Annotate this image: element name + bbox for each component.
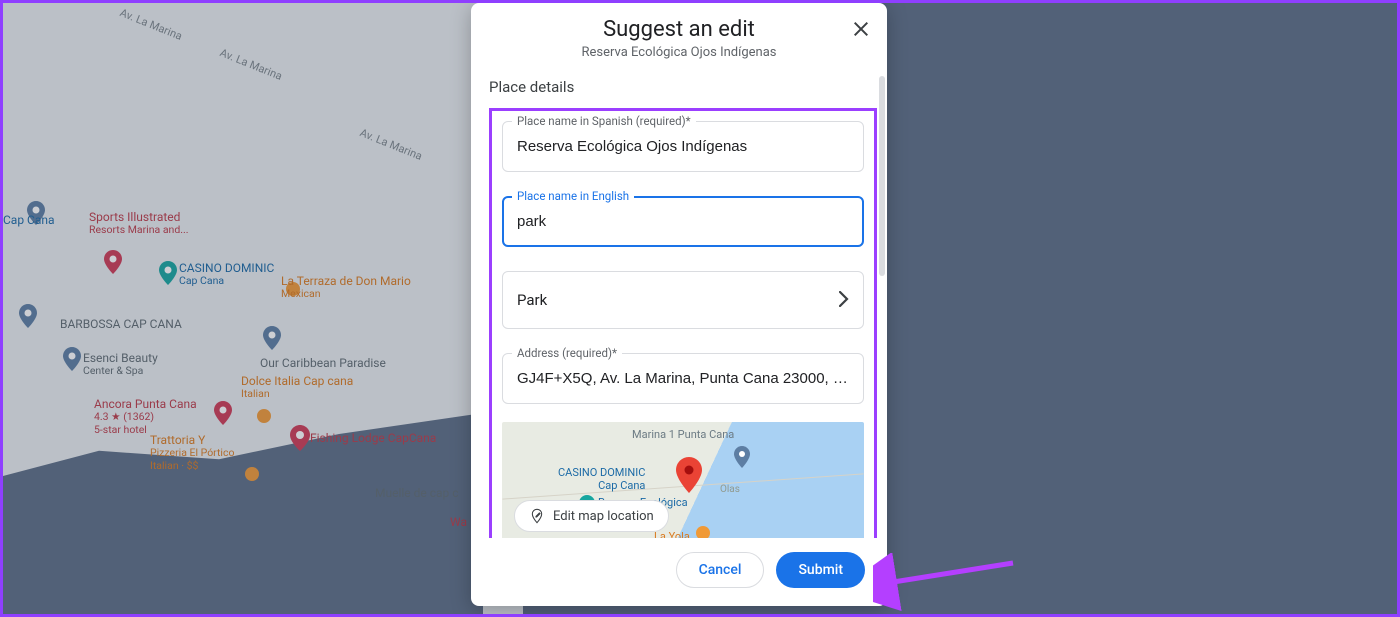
- map-poi-casino-dominic[interactable]: CASINO DOMINICCap Cana: [179, 261, 274, 288]
- mini-map-road-label: Olas: [720, 484, 740, 495]
- place-name-english-field: Place name in English: [502, 196, 864, 247]
- close-icon: [849, 17, 873, 41]
- place-name-spanish-field: Place name in Spanish (required)*: [502, 121, 864, 172]
- map-poi-dolce-italia[interactable]: Dolce Italia Cap canaItalian: [241, 374, 353, 401]
- dialog-title: Suggest an edit: [491, 17, 867, 42]
- map-poi-esenci[interactable]: Esenci BeautyCenter & Spa: [83, 351, 158, 378]
- annotation-highlight-box: Place name in Spanish (required)* Place …: [489, 108, 877, 538]
- map-poi-trattoria[interactable]: Trattoria YPizzeria El PórticoItalian · …: [150, 433, 234, 472]
- location-mini-map[interactable]: Marina 1 Punta Cana CASINO DOMINIC Cap C…: [502, 422, 864, 538]
- dialog-footer: Cancel Submit: [471, 538, 887, 606]
- place-name-english-label: Place name in English: [512, 189, 634, 203]
- map-poi-our-caribbean[interactable]: Our Caribbean Paradise: [260, 356, 386, 370]
- map-pin-icon: [63, 347, 81, 371]
- place-name-english-input[interactable]: [502, 196, 864, 247]
- map-poi-barbossa[interactable]: BARBOSSA CAP CANA: [60, 317, 182, 331]
- map-pin-icon: [19, 304, 37, 328]
- mini-map-pin-icon: [734, 446, 750, 468]
- map-pin-icon: [263, 326, 281, 350]
- restaurant-icon: [245, 467, 259, 481]
- cancel-button[interactable]: Cancel: [676, 552, 765, 588]
- map-pin-icon: [214, 401, 232, 425]
- map-pin-icon: [290, 425, 310, 451]
- chevron-right-icon: [839, 288, 849, 312]
- suggest-edit-dialog: Suggest an edit Reserva Ecológica Ojos I…: [471, 3, 887, 606]
- edit-map-location-label: Edit map location: [553, 509, 654, 524]
- close-button[interactable]: [849, 17, 873, 41]
- place-name-spanish-input[interactable]: [502, 121, 864, 172]
- address-label: Address (required)*: [512, 346, 622, 360]
- category-selector[interactable]: Park: [502, 271, 864, 329]
- category-value: Park: [517, 291, 547, 309]
- mini-map-yola-label: La Yola: [654, 530, 690, 538]
- map-poi-wa[interactable]: Wa: [450, 515, 467, 529]
- restaurant-icon: [257, 409, 271, 423]
- place-name-spanish-label: Place name in Spanish (required)*: [512, 114, 696, 128]
- map-pin-icon: [104, 250, 122, 274]
- dialog-subtitle: Reserva Ecológica Ojos Indígenas: [491, 45, 867, 60]
- edit-location-icon: [529, 508, 545, 524]
- map-pin-icon: [159, 261, 177, 285]
- edit-map-location-button[interactable]: Edit map location: [514, 500, 669, 532]
- map-poi-terraza[interactable]: La Terraza de Don MarioMexican: [281, 274, 411, 301]
- scrollbar-thumb[interactable]: [879, 76, 885, 276]
- mini-map-casino-label: CASINO DOMINIC Cap Cana: [558, 466, 645, 492]
- address-field: Address (required)*: [502, 353, 864, 404]
- viewport: Av. La Marina Av. La Marina Av. La Marin…: [0, 0, 1400, 617]
- mini-map-marina-label: Marina 1 Punta Cana: [632, 428, 734, 441]
- mini-map-restaurant-icon: [696, 526, 710, 538]
- map-poi-cap-cana-pin[interactable]: Cap Cana: [3, 213, 55, 227]
- map-poi-si-resorts[interactable]: Sports IllustratedResorts Marina and...: [89, 210, 189, 237]
- map-poi-muelle[interactable]: Muelle de cap c: [375, 486, 459, 500]
- dialog-scroll-area[interactable]: Place details Place name in Spanish (req…: [471, 68, 887, 538]
- map-poi-fishing-lodge[interactable]: Fishing Lodge CapCana: [310, 431, 436, 445]
- map-poi-ancora[interactable]: Ancora Punta Cana4.3 ★ (1362)5-star hote…: [94, 397, 197, 436]
- address-input[interactable]: [502, 353, 864, 404]
- submit-button[interactable]: Submit: [776, 552, 865, 588]
- place-details-label: Place details: [489, 72, 877, 104]
- dialog-header: Suggest an edit Reserva Ecológica Ojos I…: [471, 3, 887, 68]
- location-pin-icon[interactable]: [676, 457, 702, 493]
